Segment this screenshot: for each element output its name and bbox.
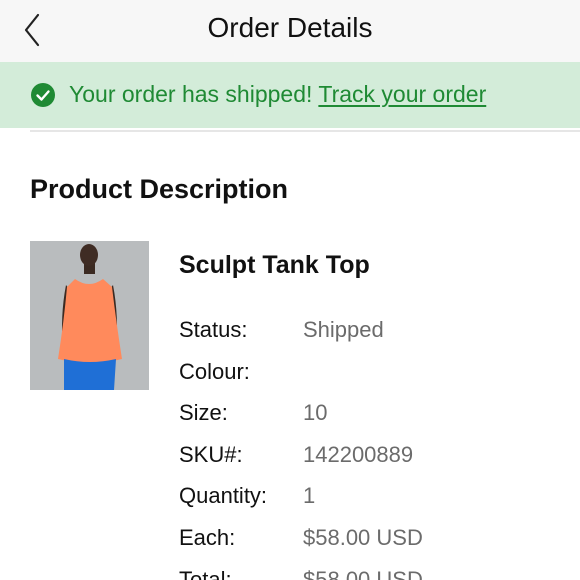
app-header: Order Details [0,0,580,62]
detail-row-quantity: Quantity: 1 [179,483,580,525]
detail-row-colour: Colour: [179,359,580,401]
detail-label: Quantity: [179,483,268,509]
detail-value: $58.00 USD [303,524,423,550]
check-circle-icon [31,83,55,107]
product-photo-icon [30,241,149,390]
detail-value: $58.00 USD [303,566,423,580]
track-order-link[interactable]: Track your order [318,81,486,107]
detail-label: Colour: [179,358,250,384]
detail-value: 10 [303,400,328,426]
product-image[interactable] [30,241,149,390]
detail-label: Total: [179,566,232,580]
detail-value: Shipped [303,317,384,342]
detail-label: Size: [179,400,228,426]
detail-row-total: Total: $58.00 USD [179,567,580,580]
page-title: Order Details [207,12,373,43]
banner-text: Your order has shipped! Track your order [69,81,486,108]
detail-value: 1 [303,483,316,509]
banner-message: Your order has shipped! [69,81,313,107]
section-title: Product Description [30,174,289,204]
product-details: Status: Shipped Colour: Size: 10 SKU#: 1… [179,317,580,580]
detail-label: Each: [179,524,236,550]
detail-label: Status: [179,317,248,342]
detail-value: 142200889 [303,441,414,467]
divider [30,130,580,132]
detail-row-each: Each: $58.00 USD [179,525,580,567]
detail-label: SKU#: [179,441,243,467]
detail-row-sku: SKU#: 142200889 [179,442,580,484]
product-name: Sculpt Tank Top [179,251,370,279]
detail-row-status: Status: Shipped [179,317,580,359]
detail-row-size: Size: 10 [179,400,580,442]
